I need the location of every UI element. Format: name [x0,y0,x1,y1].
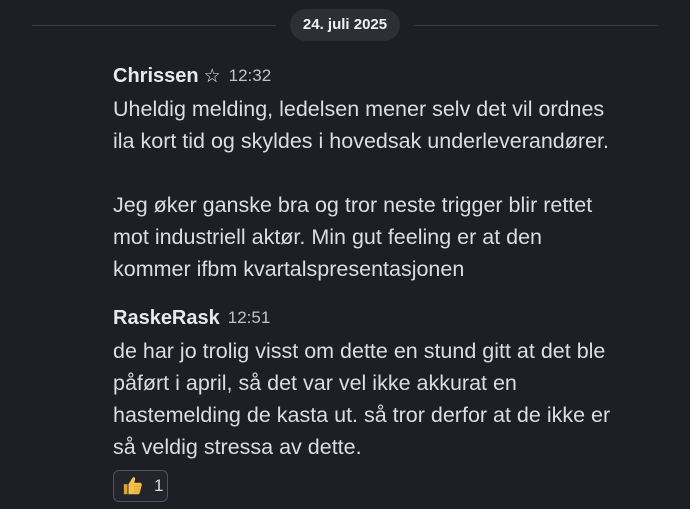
message-header: Chrissen ☆ 12:32 [113,63,673,89]
thumbs-up-icon [123,477,142,495]
message-line: så veldig stressa av dette. [113,435,362,459]
divider-line-left [32,24,276,26]
divider-line-right [414,24,659,26]
message-text: de har jo trolig visst om dette en stund… [113,335,673,463]
message: RaskeRask 12:51 de har jo trolig visst o… [113,305,673,463]
date-divider: 24. juli 2025 [32,9,659,41]
message-line: Uheldig melding, ledelsen mener selv det… [113,97,605,121]
date-label: 24. juli 2025 [289,9,401,41]
message-line: de har jo trolig visst om dette en stund… [113,339,606,363]
reaction-count: 1 [154,476,164,495]
message-header: RaskeRask 12:51 [113,305,673,331]
author-name[interactable]: Chrissen [113,65,199,88]
message-line: mot industriell aktør. Min gut feeling e… [113,225,543,249]
message-timestamp: 12:32 [228,66,272,85]
message-line: ila kort tid og skyldes i hovedsak under… [113,129,609,153]
message-text: Uheldig melding, ledelsen mener selv det… [113,93,673,285]
message-timestamp: 12:51 [227,308,271,327]
message-line: påført i april, så det var vel ikke akku… [113,371,517,395]
reaction-button[interactable]: 1 [113,470,168,502]
message: Chrissen ☆ 12:32 Uheldig melding, ledels… [113,63,673,285]
star-outline-icon: ☆ [203,65,221,87]
message-line: kommer ifbm kvartalspresentasjonen [113,257,465,281]
author-name[interactable]: RaskeRask [113,307,220,330]
message-line: Jeg øker ganske bra og tror neste trigge… [113,193,593,217]
message-line: hastemelding de kasta ut. så tror derfor… [113,403,611,427]
